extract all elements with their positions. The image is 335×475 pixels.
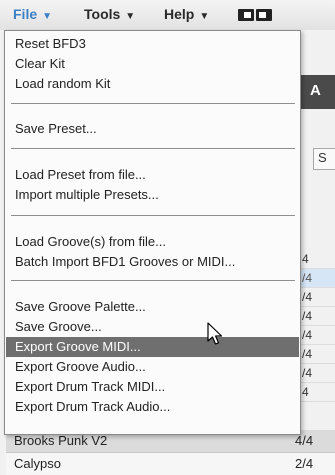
grid-cell[interactable]: 4 (296, 250, 335, 269)
chevron-down-icon: ▼ (199, 11, 210, 22)
dock-buttons (238, 9, 274, 21)
menu-item-export-groove-audio[interactable]: Export Groove Audio... (6, 357, 299, 377)
grid-cell-text: /4 (302, 366, 313, 380)
list-item[interactable]: Calypso 2/4 (6, 452, 335, 475)
menu-separator (11, 148, 295, 149)
list-item-signature: 4/4 (295, 433, 314, 448)
menu-item-load-random-kit[interactable]: Load random Kit (6, 74, 299, 94)
grid-cell-text: 4 (302, 385, 309, 399)
menu-item-load-preset[interactable]: Load Preset from file... (6, 165, 299, 185)
menu-separator (11, 215, 295, 216)
list-item-signature: 2/4 (295, 456, 314, 471)
menu-item-import-presets[interactable]: Import multiple Presets... (6, 185, 299, 205)
signature-column: 4 /4 /4 /4 /4 /4 /4 4 (296, 250, 335, 450)
menu-item-label: Export Drum Track MIDI... (15, 379, 166, 394)
grid-cell[interactable]: /4 (296, 288, 335, 307)
list-item-name: Calypso (14, 456, 61, 471)
menu-help-label: Help (164, 6, 195, 22)
menu-separator (11, 280, 295, 281)
grid-cell[interactable]: /4 (296, 269, 335, 288)
menu-item-label: Save Groove... (15, 319, 102, 334)
panel-button-label: S (318, 150, 327, 165)
grid-cell[interactable]: 4 (296, 383, 335, 402)
menu-tools[interactable]: Tools ▼ (84, 6, 135, 22)
file-dropdown-menu: Reset BFD3 Clear Kit Load random Kit Sav… (4, 30, 301, 435)
menu-item-label: Load Preset from file... (15, 167, 146, 182)
menu-item-save-groove-palette[interactable]: Save Groove Palette... (6, 297, 299, 317)
menu-item-load-grooves[interactable]: Load Groove(s) from file... (6, 232, 299, 252)
menu-item-label: Clear Kit (15, 56, 65, 71)
menu-item-reset-bfd3[interactable]: Reset BFD3 (6, 34, 299, 54)
menu-item-clear-kit[interactable]: Clear Kit (6, 54, 299, 74)
menu-item-label: Save Preset... (15, 121, 97, 136)
grid-cell[interactable]: /4 (296, 326, 335, 345)
grid-cell[interactable]: /4 (296, 364, 335, 383)
menu-help[interactable]: Help ▼ (164, 6, 209, 22)
menu-item-label: Reset BFD3 (15, 36, 86, 51)
grid-cell-text: 4 (302, 252, 309, 266)
menu-item-label: Export Drum Track Audio... (15, 399, 171, 414)
menu-item-batch-import[interactable]: Batch Import BFD1 Grooves or MIDI... (6, 252, 299, 272)
menu-file-label: File (13, 6, 38, 22)
grid-cell-text: /4 (302, 309, 313, 323)
panel-button[interactable]: S (313, 148, 335, 170)
list-item-name: Brooks Punk V2 (14, 433, 108, 448)
menu-item-export-drum-track-audio[interactable]: Export Drum Track Audio... (6, 397, 299, 417)
chevron-down-icon: ▼ (42, 11, 53, 22)
dock-left-icon[interactable] (238, 9, 254, 21)
menu-item-export-drum-track-midi[interactable]: Export Drum Track MIDI... (6, 377, 299, 397)
menu-item-label: Import multiple Presets... (15, 187, 159, 202)
menu-item-label: Export Groove Audio... (15, 359, 146, 374)
menu-item-save-preset[interactable]: Save Preset... (6, 119, 299, 139)
panel-header-label: A (310, 82, 321, 99)
menu-item-label: Batch Import BFD1 Grooves or MIDI... (15, 254, 236, 269)
grid-cell[interactable]: /4 (296, 345, 335, 364)
grid-cell-text: /4 (302, 290, 313, 304)
menu-separator (11, 103, 295, 104)
menu-tools-label: Tools (84, 6, 121, 22)
menu-item-label: Export Groove MIDI... (15, 339, 141, 354)
menu-file[interactable]: File ▼ (13, 6, 52, 22)
dock-right-icon[interactable] (256, 9, 272, 21)
grid-cell[interactable]: /4 (296, 307, 335, 326)
grid-cell-text: /4 (302, 328, 313, 342)
menu-item-label: Load random Kit (15, 76, 111, 91)
menubar: File ▼ Tools ▼ Help ▼ (0, 0, 335, 30)
grid-cell-text: /4 (302, 271, 313, 285)
menu-item-export-groove-midi[interactable]: Export Groove MIDI... (6, 337, 299, 357)
menu-item-label: Save Groove Palette... (15, 299, 146, 314)
mouse-cursor-icon (207, 322, 223, 345)
menu-item-save-groove[interactable]: Save Groove... (6, 317, 299, 337)
grid-cell-text: /4 (302, 347, 313, 361)
chevron-down-icon: ▼ (125, 11, 136, 22)
menu-item-label: Load Groove(s) from file... (15, 234, 166, 249)
